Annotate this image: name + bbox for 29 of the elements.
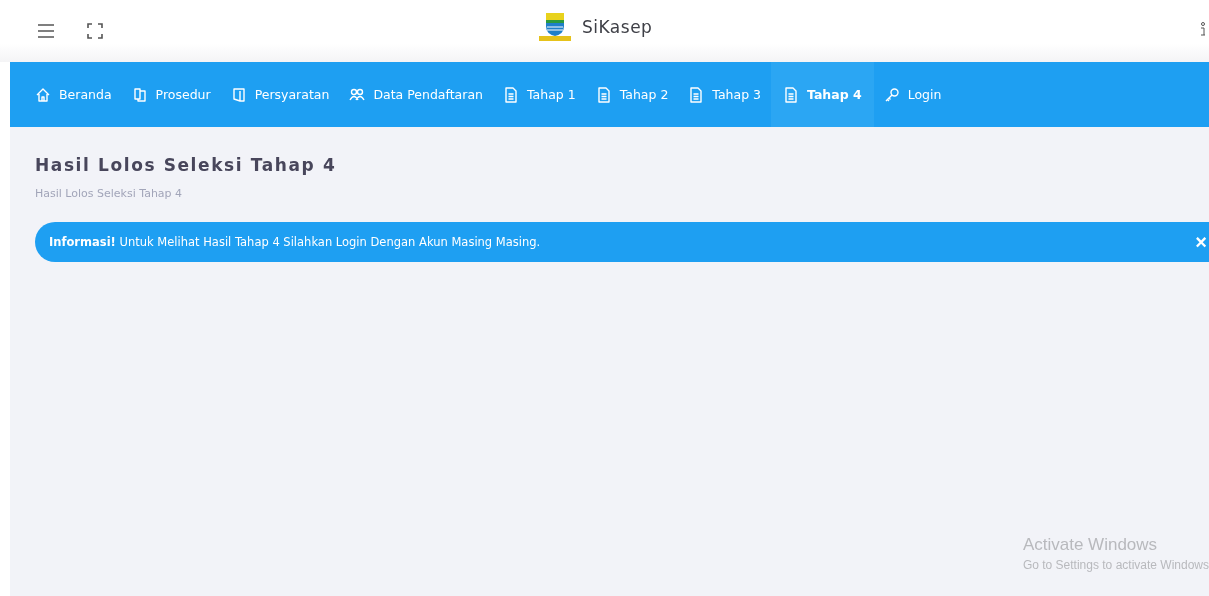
document-icon — [783, 86, 799, 103]
close-button[interactable]: × — [1193, 232, 1209, 252]
nav-tab[interactable]: Beranda — [25, 62, 122, 127]
page-title: Hasil Lolos Seleksi Tahap 4 — [35, 155, 338, 175]
document-icon — [688, 86, 705, 103]
nav-tab[interactable]: Data Pendaftaran — [339, 62, 493, 127]
document-icon — [503, 86, 519, 103]
document-icon — [595, 86, 612, 103]
key-icon — [883, 86, 900, 103]
crest-icon — [538, 12, 572, 42]
alert-message: Informasi! Untuk Melihat Hasil Tahap 4 Silahkan Login Dengan Akun Masing Masing. — [49, 235, 541, 249]
info-icon[interactable] — [1200, 22, 1206, 36]
nav-tab[interactable]: Tahap 1 — [493, 62, 586, 127]
fullscreen-icon[interactable] — [87, 23, 103, 39]
nav-tab[interactable]: Prosedur — [121, 62, 221, 127]
home-icon — [35, 86, 51, 103]
menu-icon[interactable] — [37, 24, 55, 38]
nav-tab[interactable]: Tahap 4 — [771, 62, 874, 127]
activation-hint: Go to Settings to activate Windows — [1022, 558, 1209, 572]
nav-tab[interactable]: Tahap 3 — [678, 62, 771, 127]
nav-tab[interactable]: Tahap 2 — [585, 62, 679, 127]
breadcrumb: Hasil Lolos Seleksi Tahap 4 — [35, 187, 184, 200]
activation-title: Activate Windows — [1022, 535, 1159, 555]
nav-tab[interactable]: Persyaratan — [220, 62, 340, 127]
book-icon — [230, 86, 247, 103]
users-icon — [349, 86, 366, 103]
app-title: SiKasep — [582, 17, 653, 37]
copy-icon — [131, 86, 148, 103]
nav-tab[interactable]: Login — [873, 62, 952, 127]
